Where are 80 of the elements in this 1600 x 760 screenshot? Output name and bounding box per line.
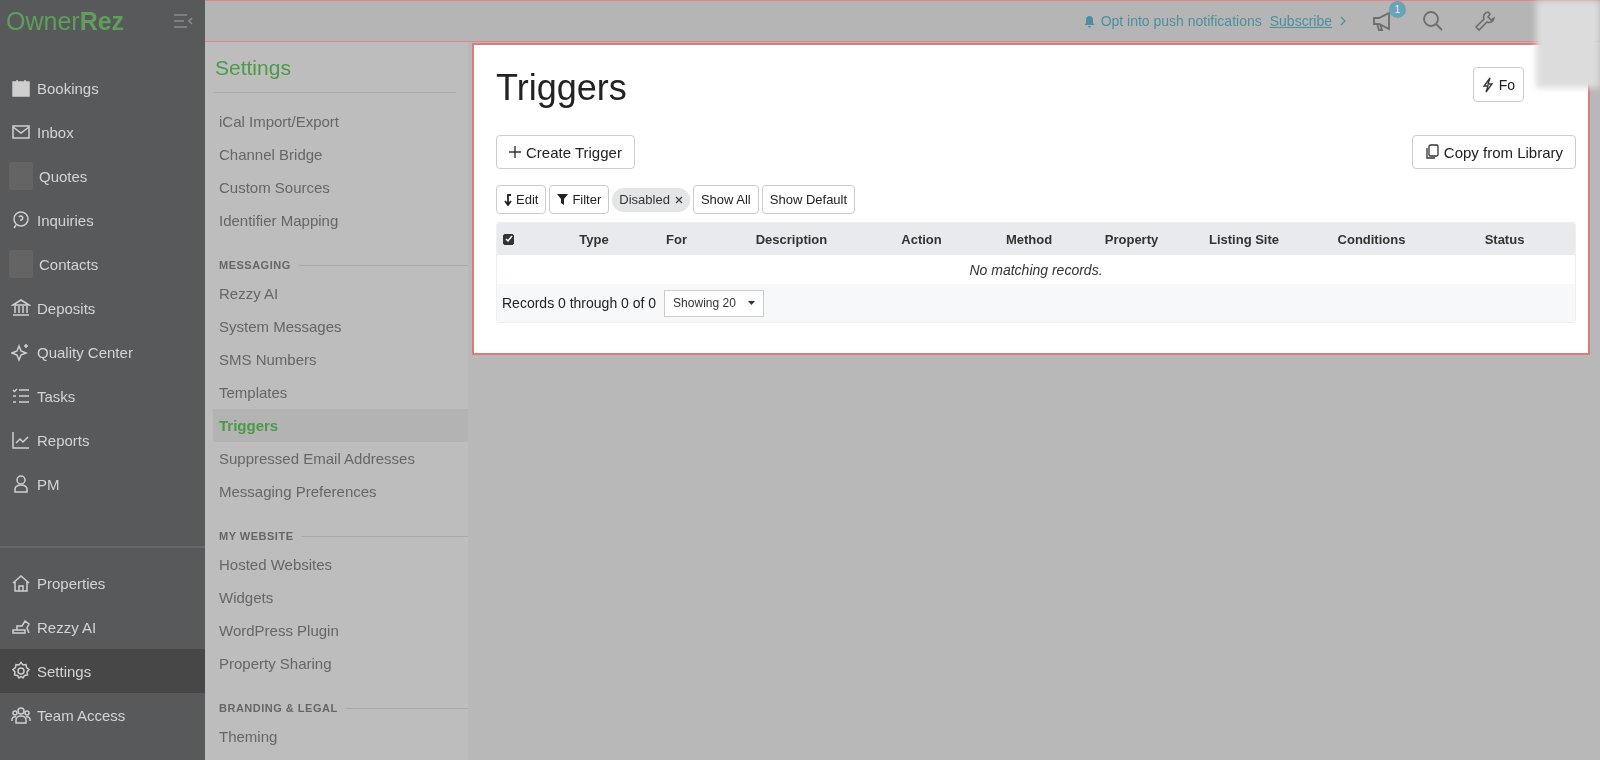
column-header[interactable]: Method (1005, 231, 1053, 247)
chevron-icon (1340, 16, 1346, 26)
settings-menu-item[interactable]: Theming (213, 720, 468, 753)
column-header[interactable]: Conditions (1337, 231, 1406, 247)
sidebar-item[interactable]: Quality Center (0, 330, 205, 374)
settings-menu-item[interactable]: WordPress Plugin (213, 614, 468, 647)
empty-message: No matching records. (969, 261, 1103, 278)
page-title: Triggers (496, 67, 627, 109)
toolbar-button[interactable]: Show All (692, 185, 759, 214)
records-count: Records 0 through 0 of 0 (502, 295, 657, 311)
gear-icon (11, 661, 31, 681)
envelope-icon (11, 122, 31, 142)
sidebar-item[interactable]: Quotes (0, 154, 205, 198)
settings-menu-item[interactable]: Suppressed Email Addresses (213, 442, 468, 475)
sidebar-item[interactable]: Tasks (0, 374, 205, 418)
settings-menu-item[interactable]: Custom Sources (213, 171, 468, 204)
bell-icon (1083, 14, 1095, 28)
sidebar-item[interactable]: Rezzy AI (0, 605, 205, 649)
sidebar-item[interactable]: Inquiries (0, 198, 205, 242)
sidebar-item[interactable]: PM (0, 462, 205, 506)
caret-icon (747, 301, 755, 305)
settings-menu-item[interactable]: Rezzy AI (213, 277, 468, 310)
collapse-menu-icon[interactable] (173, 13, 193, 29)
sidebar-item[interactable]: Bookings (0, 66, 205, 110)
toolbar-button[interactable]: Show Default (761, 185, 856, 214)
lightning-icon (1481, 76, 1494, 93)
calendar-icon (11, 78, 31, 98)
settings-menu-item[interactable]: Templates (213, 376, 468, 409)
forecast-button[interactable]: Fo (1472, 67, 1524, 102)
chart-icon (11, 430, 31, 450)
search-icon[interactable] (1422, 10, 1444, 32)
settings-menu-item[interactable]: iCal Import/Export (213, 105, 468, 138)
copy-from-library-button[interactable]: Copy from Library (1411, 135, 1576, 169)
filter-button[interactable]: Filter (549, 185, 610, 214)
copy-icon (1424, 144, 1439, 160)
select-all-checkbox[interactable] (503, 233, 514, 245)
settings-menu-item[interactable]: Hosted Websites (213, 548, 468, 581)
settings-menu-item[interactable]: Widgets (213, 581, 468, 614)
settings-menu-item[interactable]: SMS Numbers (213, 343, 468, 376)
column-header[interactable]: Action (901, 231, 942, 247)
close-icon[interactable] (674, 195, 683, 204)
settings-menu-item[interactable]: Messaging Preferences (213, 475, 468, 508)
settings-menu-item[interactable]: Identifier Mapping (213, 204, 468, 237)
sidebar-item[interactable]: Team Access (0, 693, 205, 737)
bank-icon (11, 298, 31, 318)
settings-menu-item[interactable]: System Messages (213, 310, 468, 343)
house-icon (11, 573, 31, 593)
column-header[interactable]: Description (755, 231, 828, 247)
team-icon (11, 705, 31, 725)
notification-badge: 1 (1389, 1, 1406, 18)
sidebar-item[interactable]: Contacts (0, 242, 205, 286)
sidebar-item[interactable]: Settings (0, 649, 205, 693)
sidebar-item[interactable]: Inbox (0, 110, 205, 154)
sparkle-icon (11, 342, 31, 362)
column-header[interactable]: Type (579, 231, 609, 247)
section-heading: MESSAGING (219, 259, 291, 271)
sidebar-item[interactable]: Properties (0, 561, 205, 605)
filter-chip[interactable]: Disabled (612, 187, 690, 212)
arrow-icon (504, 193, 512, 206)
plus-icon (509, 146, 521, 158)
column-header[interactable]: Property (1104, 231, 1159, 247)
sidebar-item[interactable]: Reports (0, 418, 205, 462)
create-trigger-button[interactable]: Create Trigger (496, 135, 635, 169)
push-notice: Opt into push notifications (1100, 13, 1262, 29)
settings-menu-item[interactable]: Property Sharing (213, 647, 468, 680)
column-header[interactable]: For (666, 231, 687, 247)
question-icon (11, 210, 31, 230)
column-header[interactable]: Listing Site (1208, 231, 1280, 247)
funnel-icon (557, 194, 569, 205)
edit-button[interactable]: Edit (496, 185, 547, 214)
sidebar-item[interactable]: Deposits (0, 286, 205, 330)
section-heading: MY WEBSITE (219, 530, 294, 542)
page-size-select[interactable]: Showing 20 (664, 289, 764, 317)
section-heading: BRANDING & LEGAL (219, 702, 338, 714)
list-icon (11, 386, 31, 406)
wrench-icon[interactable] (1474, 10, 1496, 32)
settings-menu-item[interactable]: Channel Bridge (213, 138, 468, 171)
column-header[interactable]: Status (1484, 231, 1525, 247)
person-icon (11, 474, 31, 494)
settings-title: Settings (213, 42, 456, 93)
